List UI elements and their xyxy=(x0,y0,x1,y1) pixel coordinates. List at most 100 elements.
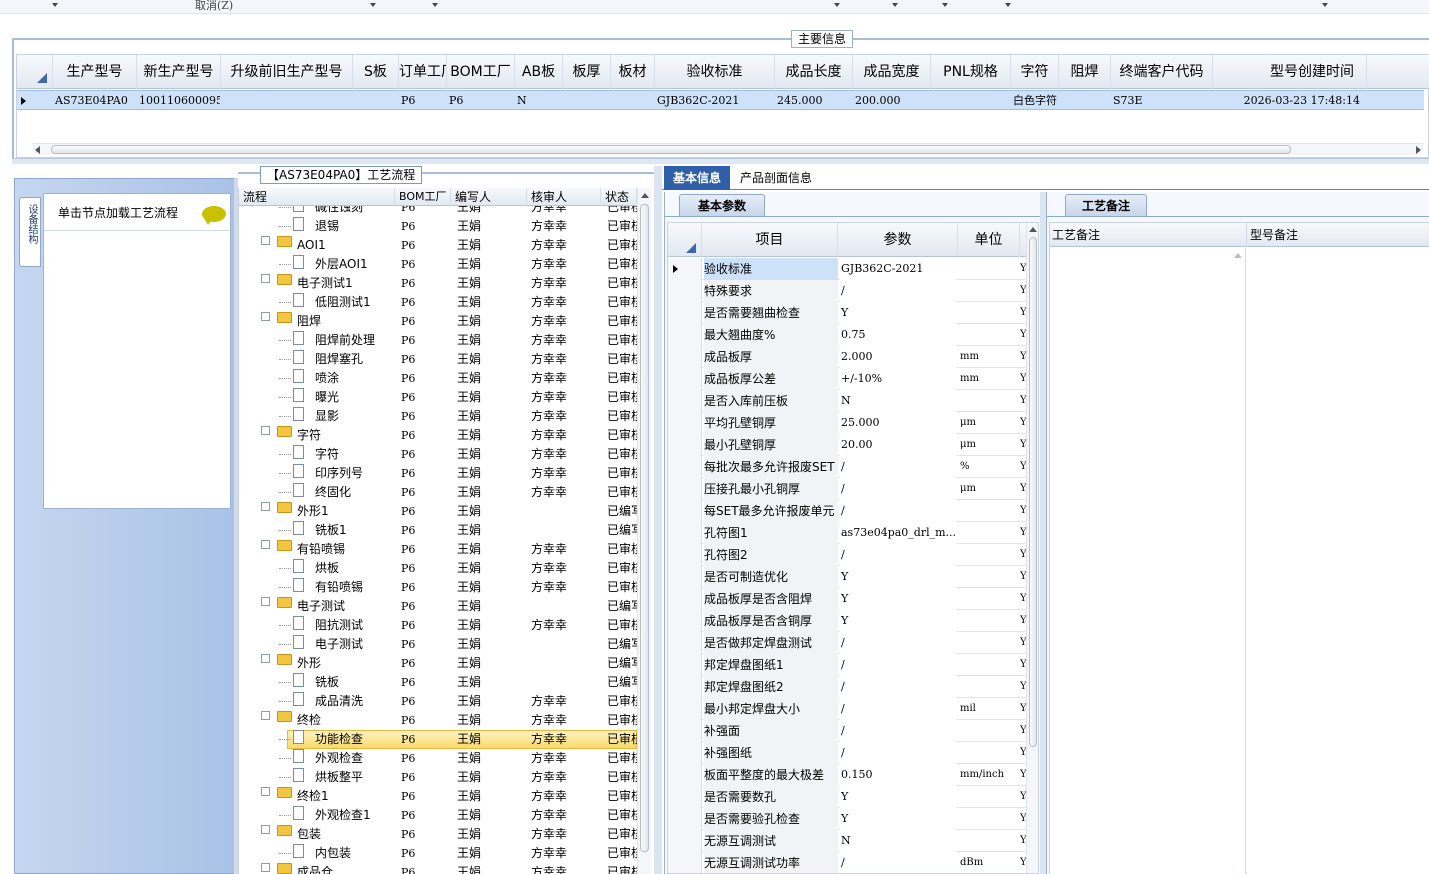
table-cell[interactable]: 245.000 xyxy=(777,91,852,111)
param-value[interactable]: GJB362C-2021 xyxy=(840,258,956,280)
column-header[interactable]: 阻焊 xyxy=(1059,55,1111,89)
param-value[interactable]: 0.75 xyxy=(840,324,956,346)
tree-row[interactable]: 烘板整平P6王娟方幸幸已审核 xyxy=(239,768,637,787)
middle-splitter[interactable] xyxy=(654,166,662,874)
column-header-unit[interactable]: 单位 xyxy=(958,223,1020,257)
cancel-button[interactable]: 取消(Z) xyxy=(195,0,233,13)
tree-row[interactable]: −电子测试1P6王娟方幸幸已审核 xyxy=(239,274,637,293)
param-row[interactable]: 补强图纸 / Y xyxy=(668,742,1038,764)
param-value[interactable]: / xyxy=(840,632,956,654)
table-cell[interactable]: N xyxy=(517,91,562,111)
tree-row[interactable]: 碱性蚀刻P6王娟方幸幸已审核 xyxy=(239,206,637,217)
param-value[interactable]: / xyxy=(840,456,956,478)
tree-row[interactable]: 内包装P6王娟方幸幸已审核 xyxy=(239,844,637,863)
column-header[interactable]: 成品宽度 xyxy=(853,55,931,89)
param-row[interactable]: 最小邦定焊盘大小 / mil Y xyxy=(668,698,1038,720)
table-cell[interactable] xyxy=(355,91,398,111)
tree-row[interactable]: 成品清洗P6王娟方幸幸已审核 xyxy=(239,692,637,711)
vertical-tab[interactable]: 设备结构 xyxy=(19,197,41,267)
tree-row[interactable]: 终固化P6王娟方幸幸已审核 xyxy=(239,483,637,502)
collapse-icon[interactable]: − xyxy=(261,236,270,245)
tree-row[interactable]: −外形1P6王娟已编写 xyxy=(239,502,637,521)
tree-row[interactable]: 功能检查P6王娟方幸幸已审核 xyxy=(239,730,637,749)
tree-row[interactable]: 铣板1P6王娟已编写 xyxy=(239,521,637,540)
param-value[interactable]: 25.000 xyxy=(840,412,956,434)
flow-vertical-scrollbar[interactable] xyxy=(637,188,651,874)
dropdown-arrow-icon[interactable] xyxy=(892,3,898,7)
column-header[interactable]: 验收标准 xyxy=(655,55,775,89)
tree-row[interactable]: 有铅喷锡P6王娟方幸幸已审核 xyxy=(239,578,637,597)
param-row[interactable]: 成品板厚 2.000 mm Y xyxy=(668,346,1038,368)
param-value[interactable]: Y xyxy=(840,786,956,808)
tree-row[interactable]: 烘板P6王娟方幸幸已审核 xyxy=(239,559,637,578)
param-row[interactable]: 是否入库前压板 N Y xyxy=(668,390,1038,412)
column-header[interactable]: 生产型号 xyxy=(53,55,137,89)
tree-row[interactable]: 显影P6王娟方幸幸已审核 xyxy=(239,407,637,426)
tree-row[interactable]: 曝光P6王娟方幸幸已审核 xyxy=(239,388,637,407)
tree-row[interactable]: −电子测试P6王娟已编写 xyxy=(239,597,637,616)
tree-row[interactable]: 低阻测试1P6王娟方幸幸已审核 xyxy=(239,293,637,312)
tree-row[interactable]: −阻焊P6王娟方幸幸已审核 xyxy=(239,312,637,331)
column-header[interactable]: S板 xyxy=(353,55,399,89)
param-value[interactable]: / xyxy=(840,544,956,566)
table-cell[interactable]: P6 xyxy=(449,91,514,111)
param-row[interactable]: 平均孔壁铜厚 25.000 μm Y xyxy=(668,412,1038,434)
param-row[interactable]: 是否需要翘曲检查 Y Y xyxy=(668,302,1038,324)
flow-column-header[interactable]: BOM工厂 xyxy=(395,188,451,206)
tree-row[interactable]: 外观检查1P6王娟方幸幸已审核 xyxy=(239,806,637,825)
param-value[interactable]: N xyxy=(840,390,956,412)
dropdown-arrow-icon[interactable] xyxy=(834,3,840,7)
table-cell[interactable]: AS73E04PA0 xyxy=(55,91,136,111)
param-row[interactable]: 每SET最多允许报废单元 / Y xyxy=(668,500,1038,522)
collapse-icon[interactable]: − xyxy=(261,863,270,872)
tree-row[interactable]: 电子测试P6王娟已编写 xyxy=(239,635,637,654)
collapse-icon[interactable]: − xyxy=(261,312,270,321)
column-header[interactable]: 字符 xyxy=(1011,55,1059,89)
tree-row[interactable]: 外观检查P6王娟方幸幸已审核 xyxy=(239,749,637,768)
dropdown-arrow-icon[interactable] xyxy=(942,3,948,7)
collapse-icon[interactable]: − xyxy=(261,540,270,549)
param-value[interactable]: Y xyxy=(840,302,956,324)
collapse-icon[interactable]: − xyxy=(261,597,270,606)
param-row[interactable]: 邦定焊盘图纸2/Y xyxy=(668,676,1038,698)
param-row[interactable]: 孔符图2/Y xyxy=(668,544,1038,566)
column-header[interactable]: 订单工厂 xyxy=(399,55,447,89)
tree-row[interactable]: 印序列号P6王娟方幸幸已审核 xyxy=(239,464,637,483)
scrollbar-thumb[interactable] xyxy=(51,145,1291,154)
tree-row[interactable]: 外层AOI1P6王娟方幸幸已审核 xyxy=(239,255,637,274)
column-header[interactable]: 板厚 xyxy=(563,55,611,89)
table-cell[interactable] xyxy=(565,91,610,111)
param-row[interactable]: 邦定焊盘图纸1/Y xyxy=(668,654,1038,676)
column-header[interactable]: BOM工厂 xyxy=(447,55,515,89)
collapse-icon[interactable]: − xyxy=(261,787,270,796)
param-value[interactable]: / xyxy=(840,500,956,522)
param-row[interactable]: 板面平整度的最大极差 0.150 mm/inch Y xyxy=(668,764,1038,786)
params-vertical-scrollbar[interactable] xyxy=(1026,223,1038,873)
param-row[interactable]: 压接孔最小孔铜厚 / μm Y xyxy=(668,478,1038,500)
column-header[interactable]: 型号创建时间 xyxy=(1213,55,1367,89)
table-cell[interactable]: 白色字符 xyxy=(1013,91,1058,111)
flow-column-header[interactable]: 状态 xyxy=(601,188,637,206)
horizontal-scrollbar[interactable] xyxy=(33,143,1423,155)
column-header[interactable]: 升级前旧生产型号 xyxy=(221,55,353,89)
table-cell[interactable]: GJB362C-2021 xyxy=(657,91,774,111)
tab-process-remarks[interactable]: 工艺备注 xyxy=(1065,194,1147,216)
table-cell[interactable] xyxy=(223,91,352,111)
model-remarks-area[interactable] xyxy=(1247,248,1429,874)
table-cell[interactable] xyxy=(933,91,1010,111)
tree-row[interactable]: −AOI1P6王娟方幸幸已审核 xyxy=(239,236,637,255)
param-value[interactable]: / xyxy=(840,478,956,500)
param-value[interactable]: Y xyxy=(840,566,956,588)
model-remarks-header[interactable]: 型号备注 xyxy=(1250,223,1298,247)
param-value[interactable]: as73e04pa0_drl_m... xyxy=(840,522,956,544)
process-remarks-header[interactable]: 工艺备注 xyxy=(1052,223,1100,247)
table-cell[interactable]: S73E xyxy=(1113,91,1212,111)
tree-row[interactable]: −字符P6王娟方幸幸已审核 xyxy=(239,426,637,445)
column-header[interactable]: 板材 xyxy=(611,55,655,89)
table-row[interactable]: AS73E04PA010011060009513P6P6NGJB362C-202… xyxy=(17,90,1424,110)
param-value[interactable]: +/-10% xyxy=(840,368,956,390)
param-value[interactable]: Y xyxy=(840,610,956,632)
collapse-icon[interactable]: − xyxy=(261,502,270,511)
collapse-icon[interactable]: − xyxy=(261,426,270,435)
param-row[interactable]: 是否可制造优化 Y Y xyxy=(668,566,1038,588)
